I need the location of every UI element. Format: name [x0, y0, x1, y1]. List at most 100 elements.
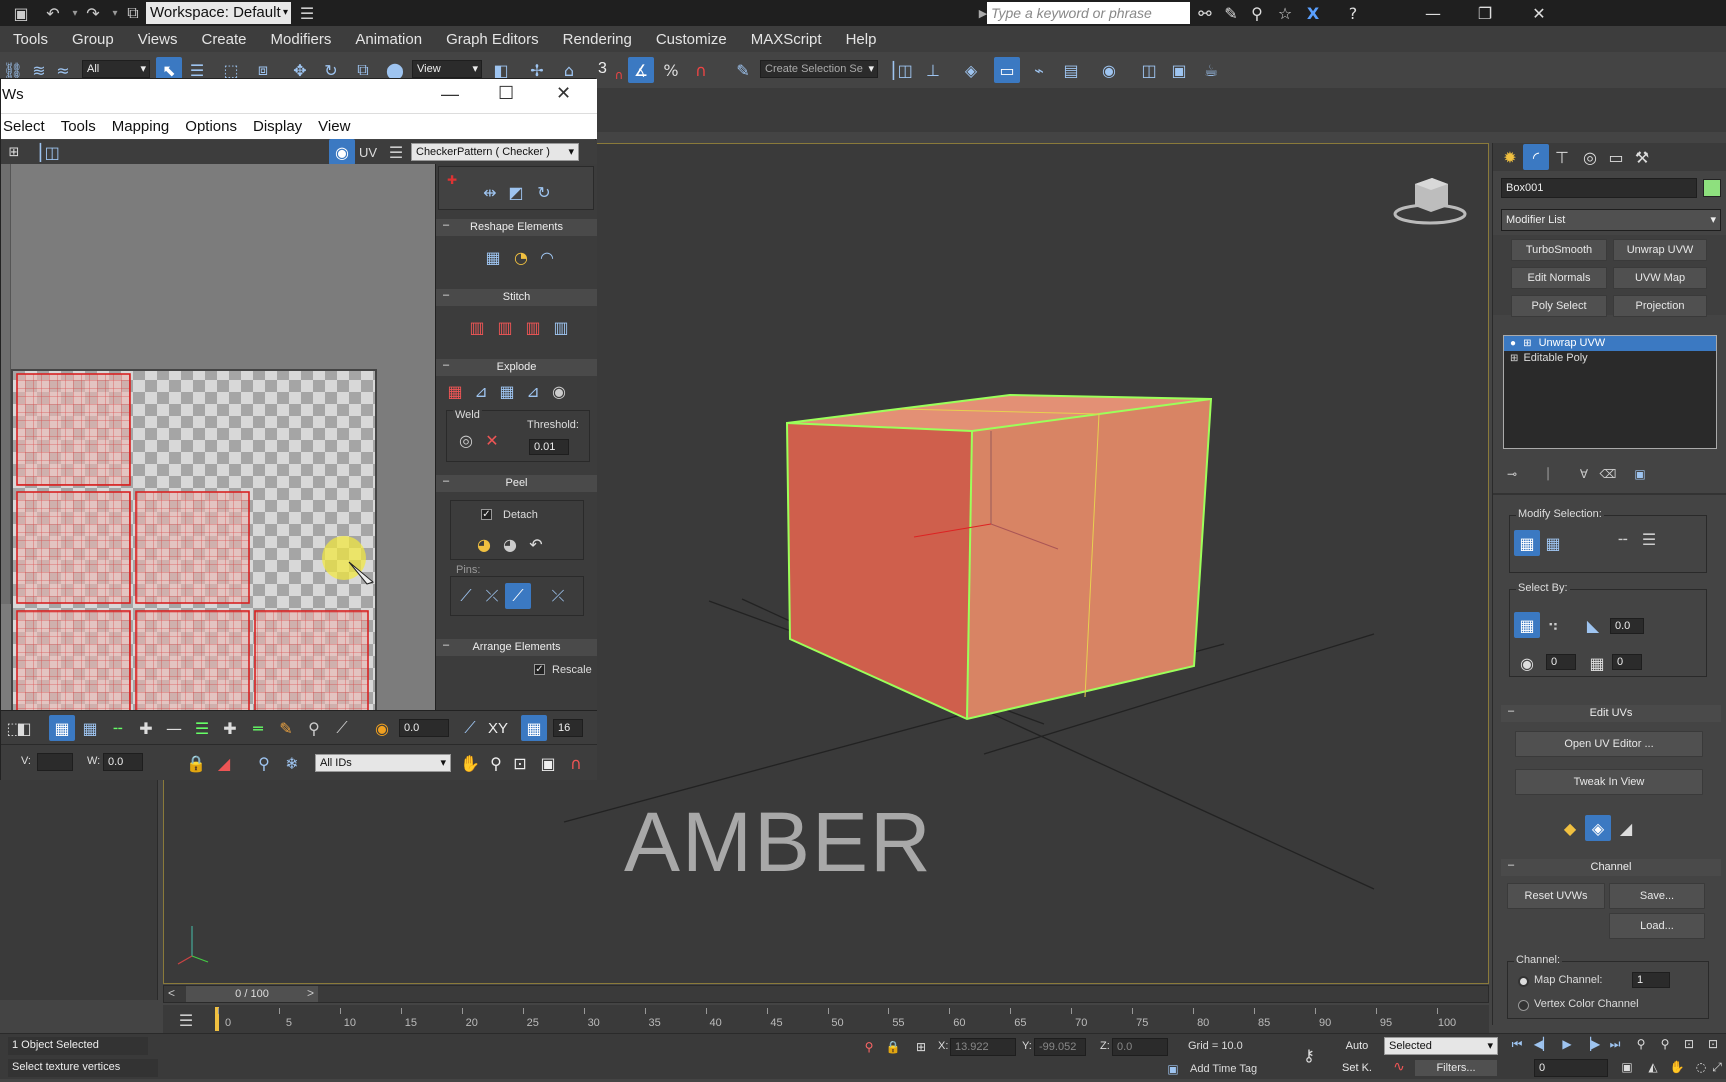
align-horizontal-icon[interactable]: ⇹ [477, 179, 503, 205]
falloff-icon[interactable]: ◉ [369, 715, 395, 741]
x-coordinate-field[interactable]: 13.922 [950, 1038, 1016, 1056]
expand-plus-icon[interactable]: ⊞ [1523, 338, 1531, 349]
reset-uvws-button[interactable]: Reset UVWs [1507, 883, 1605, 909]
lock-icon[interactable]: 🔒 [183, 750, 209, 776]
grid-snap-icon[interactable]: ▦ [521, 715, 547, 741]
pan-icon[interactable]: ✋ [457, 750, 483, 776]
menu-maxscript[interactable]: MAXScript [751, 31, 822, 48]
grow-icon[interactable]: ▦ [1514, 530, 1540, 556]
key-mode-dropdown[interactable]: Selected ▾ [1384, 1037, 1498, 1055]
hierarchy-tab-icon[interactable]: ⊤ [1549, 144, 1575, 170]
named-selection-dropdown[interactable]: Create Selection Se ▾ [760, 60, 878, 78]
align-icon[interactable]: ⊥ [920, 57, 946, 83]
fov-icon[interactable]: ◭ [1640, 1054, 1666, 1080]
pin-vertex-icon[interactable]: ⚲ [251, 750, 277, 776]
loop-icon[interactable]: ╌ [105, 715, 131, 741]
explode-header[interactable]: – Explode [436, 359, 597, 376]
auto-key-button[interactable]: Auto [1334, 1037, 1380, 1055]
expand-plus-icon[interactable]: ⊞ [1510, 353, 1518, 364]
grid-spinner[interactable]: 16 [553, 719, 583, 737]
menu-tools[interactable]: Tools [13, 31, 48, 48]
modify-tab-icon[interactable]: ◜ [1523, 144, 1549, 170]
prev-key-icon[interactable]: ◀▏ [1530, 1031, 1556, 1057]
zoom-icon[interactable]: ⚲ [483, 750, 509, 776]
unwrap-uvw-button[interactable]: Unwrap UVW [1613, 239, 1707, 261]
edit-named-sel-icon[interactable]: ✎ [730, 57, 756, 83]
threshold-spinner[interactable]: 0.01 [529, 439, 569, 455]
loop-grow-icon[interactable]: ☰ [189, 715, 215, 741]
uv-menu-view[interactable]: View [318, 118, 350, 135]
rendered-frame-icon[interactable]: ▣ [1166, 57, 1192, 83]
mirror-icon[interactable]: ⎮◫ [888, 57, 914, 83]
loop-shrink-icon[interactable]: ✚ [217, 715, 243, 741]
map-seams-icon[interactable]: ◢ [1613, 815, 1639, 841]
key-filter-icon[interactable]: ∿ [1386, 1054, 1412, 1080]
weld-target-icon[interactable]: ✕ [479, 427, 505, 453]
rescale-checkbox[interactable]: ✓ [534, 664, 545, 675]
unpin-icon[interactable]: ⤫ [479, 583, 505, 609]
create-tab-icon[interactable]: ✹ [1497, 144, 1523, 170]
save-button[interactable]: Save... [1609, 883, 1705, 909]
circularize-icon[interactable]: ◠ [534, 244, 560, 270]
time-slider[interactable]: < 0 / 100 > [163, 985, 1489, 1003]
schematic-view-icon[interactable]: ▤ [1058, 57, 1084, 83]
open-uv-editor-button[interactable]: Open UV Editor ... [1515, 731, 1703, 757]
close-icon[interactable]: ✕ [556, 83, 571, 104]
time-config-icon[interactable]: ▣ [1614, 1054, 1640, 1080]
uvw-map-button[interactable]: UVW Map [1613, 267, 1707, 289]
layer-icon[interactable]: ◈ [958, 57, 984, 83]
reshape-elements-header[interactable]: – Reshape Elements [436, 219, 597, 236]
load-button[interactable]: Load... [1609, 913, 1705, 939]
auto-pin-icon[interactable]: ⟋ [505, 583, 531, 609]
close-icon[interactable]: ✕ [1526, 0, 1552, 26]
menu-modifiers[interactable]: Modifiers [271, 31, 332, 48]
quick-peel-icon[interactable]: ◕ [471, 531, 497, 557]
display-tab-icon[interactable]: ▭ [1603, 144, 1629, 170]
select-smoothing-icon[interactable]: ▦ [1584, 650, 1610, 676]
uv-menu-display[interactable]: Display [253, 118, 302, 135]
percent-snap-icon[interactable]: % [658, 57, 684, 83]
menu-create[interactable]: Create [201, 31, 246, 48]
workspace-menu-icon[interactable]: ☰ [294, 0, 320, 26]
utilities-tab-icon[interactable]: ⚒ [1629, 144, 1655, 170]
selection-filter-dropdown[interactable]: All ▾ [82, 60, 150, 78]
shrink-icon[interactable]: ▦ [1540, 530, 1566, 556]
w-field[interactable]: 0.0 [103, 753, 143, 771]
zoom-extents-icon[interactable]: ▣ [535, 750, 561, 776]
peel-mode-icon[interactable]: ◕ [497, 531, 523, 557]
brush-size-icon[interactable]: ⚲ [301, 715, 327, 741]
restore-icon[interactable]: ❐ [1472, 0, 1498, 26]
x-icon[interactable]: X [1300, 0, 1326, 26]
uv-menu-mapping[interactable]: Mapping [112, 118, 170, 135]
tools-icon[interactable]: ✎ [1218, 0, 1244, 26]
object-name-field[interactable]: Box001 [1501, 178, 1697, 198]
turbosmooth-button[interactable]: TurboSmooth [1511, 239, 1607, 261]
menu-help[interactable]: Help [846, 31, 877, 48]
material-id-spinner[interactable]: 0 [1546, 654, 1576, 670]
select-sphere-icon[interactable]: ◉ [1514, 650, 1540, 676]
rotate-cw-icon[interactable]: ◩ [503, 179, 529, 205]
ring-grow-icon[interactable]: ✚ [133, 715, 159, 741]
make-unique-icon[interactable]: ∀ [1571, 461, 1597, 487]
projection-button[interactable]: Projection [1613, 295, 1707, 317]
set-key-button[interactable]: Set K. [1334, 1059, 1380, 1077]
z-coordinate-field[interactable]: 0.0 [1112, 1038, 1168, 1056]
minimize-icon[interactable]: — [1420, 0, 1446, 26]
render-teapot-icon[interactable]: ☕ [1198, 57, 1224, 83]
save-icon[interactable]: ▣ [8, 0, 34, 26]
arrange-elements-header[interactable]: – Arrange Elements [436, 639, 597, 656]
weld-selected-icon[interactable]: ◎ [453, 427, 479, 453]
brush-icon[interactable]: ✎ [273, 715, 299, 741]
menu-views[interactable]: Views [138, 31, 178, 48]
pin-stack-icon[interactable]: ⊸ [1499, 461, 1525, 487]
search-box[interactable]: Type a keyword or phrase [987, 2, 1190, 24]
track-view-icon[interactable]: ☰ [173, 1007, 199, 1033]
binoculars-icon[interactable]: ⚯ [1192, 0, 1218, 26]
project-icon[interactable]: ⧉ [120, 0, 146, 26]
maximize-icon[interactable]: ☐ [498, 83, 514, 104]
angle-spinner[interactable]: 0.0 [1610, 618, 1644, 634]
map-channel-spinner[interactable]: 1 [1632, 972, 1670, 988]
menu-customize[interactable]: Customize [656, 31, 727, 48]
motion-tab-icon[interactable]: ◎ [1577, 144, 1603, 170]
element-mode-icon[interactable]: ◧ [11, 715, 37, 741]
